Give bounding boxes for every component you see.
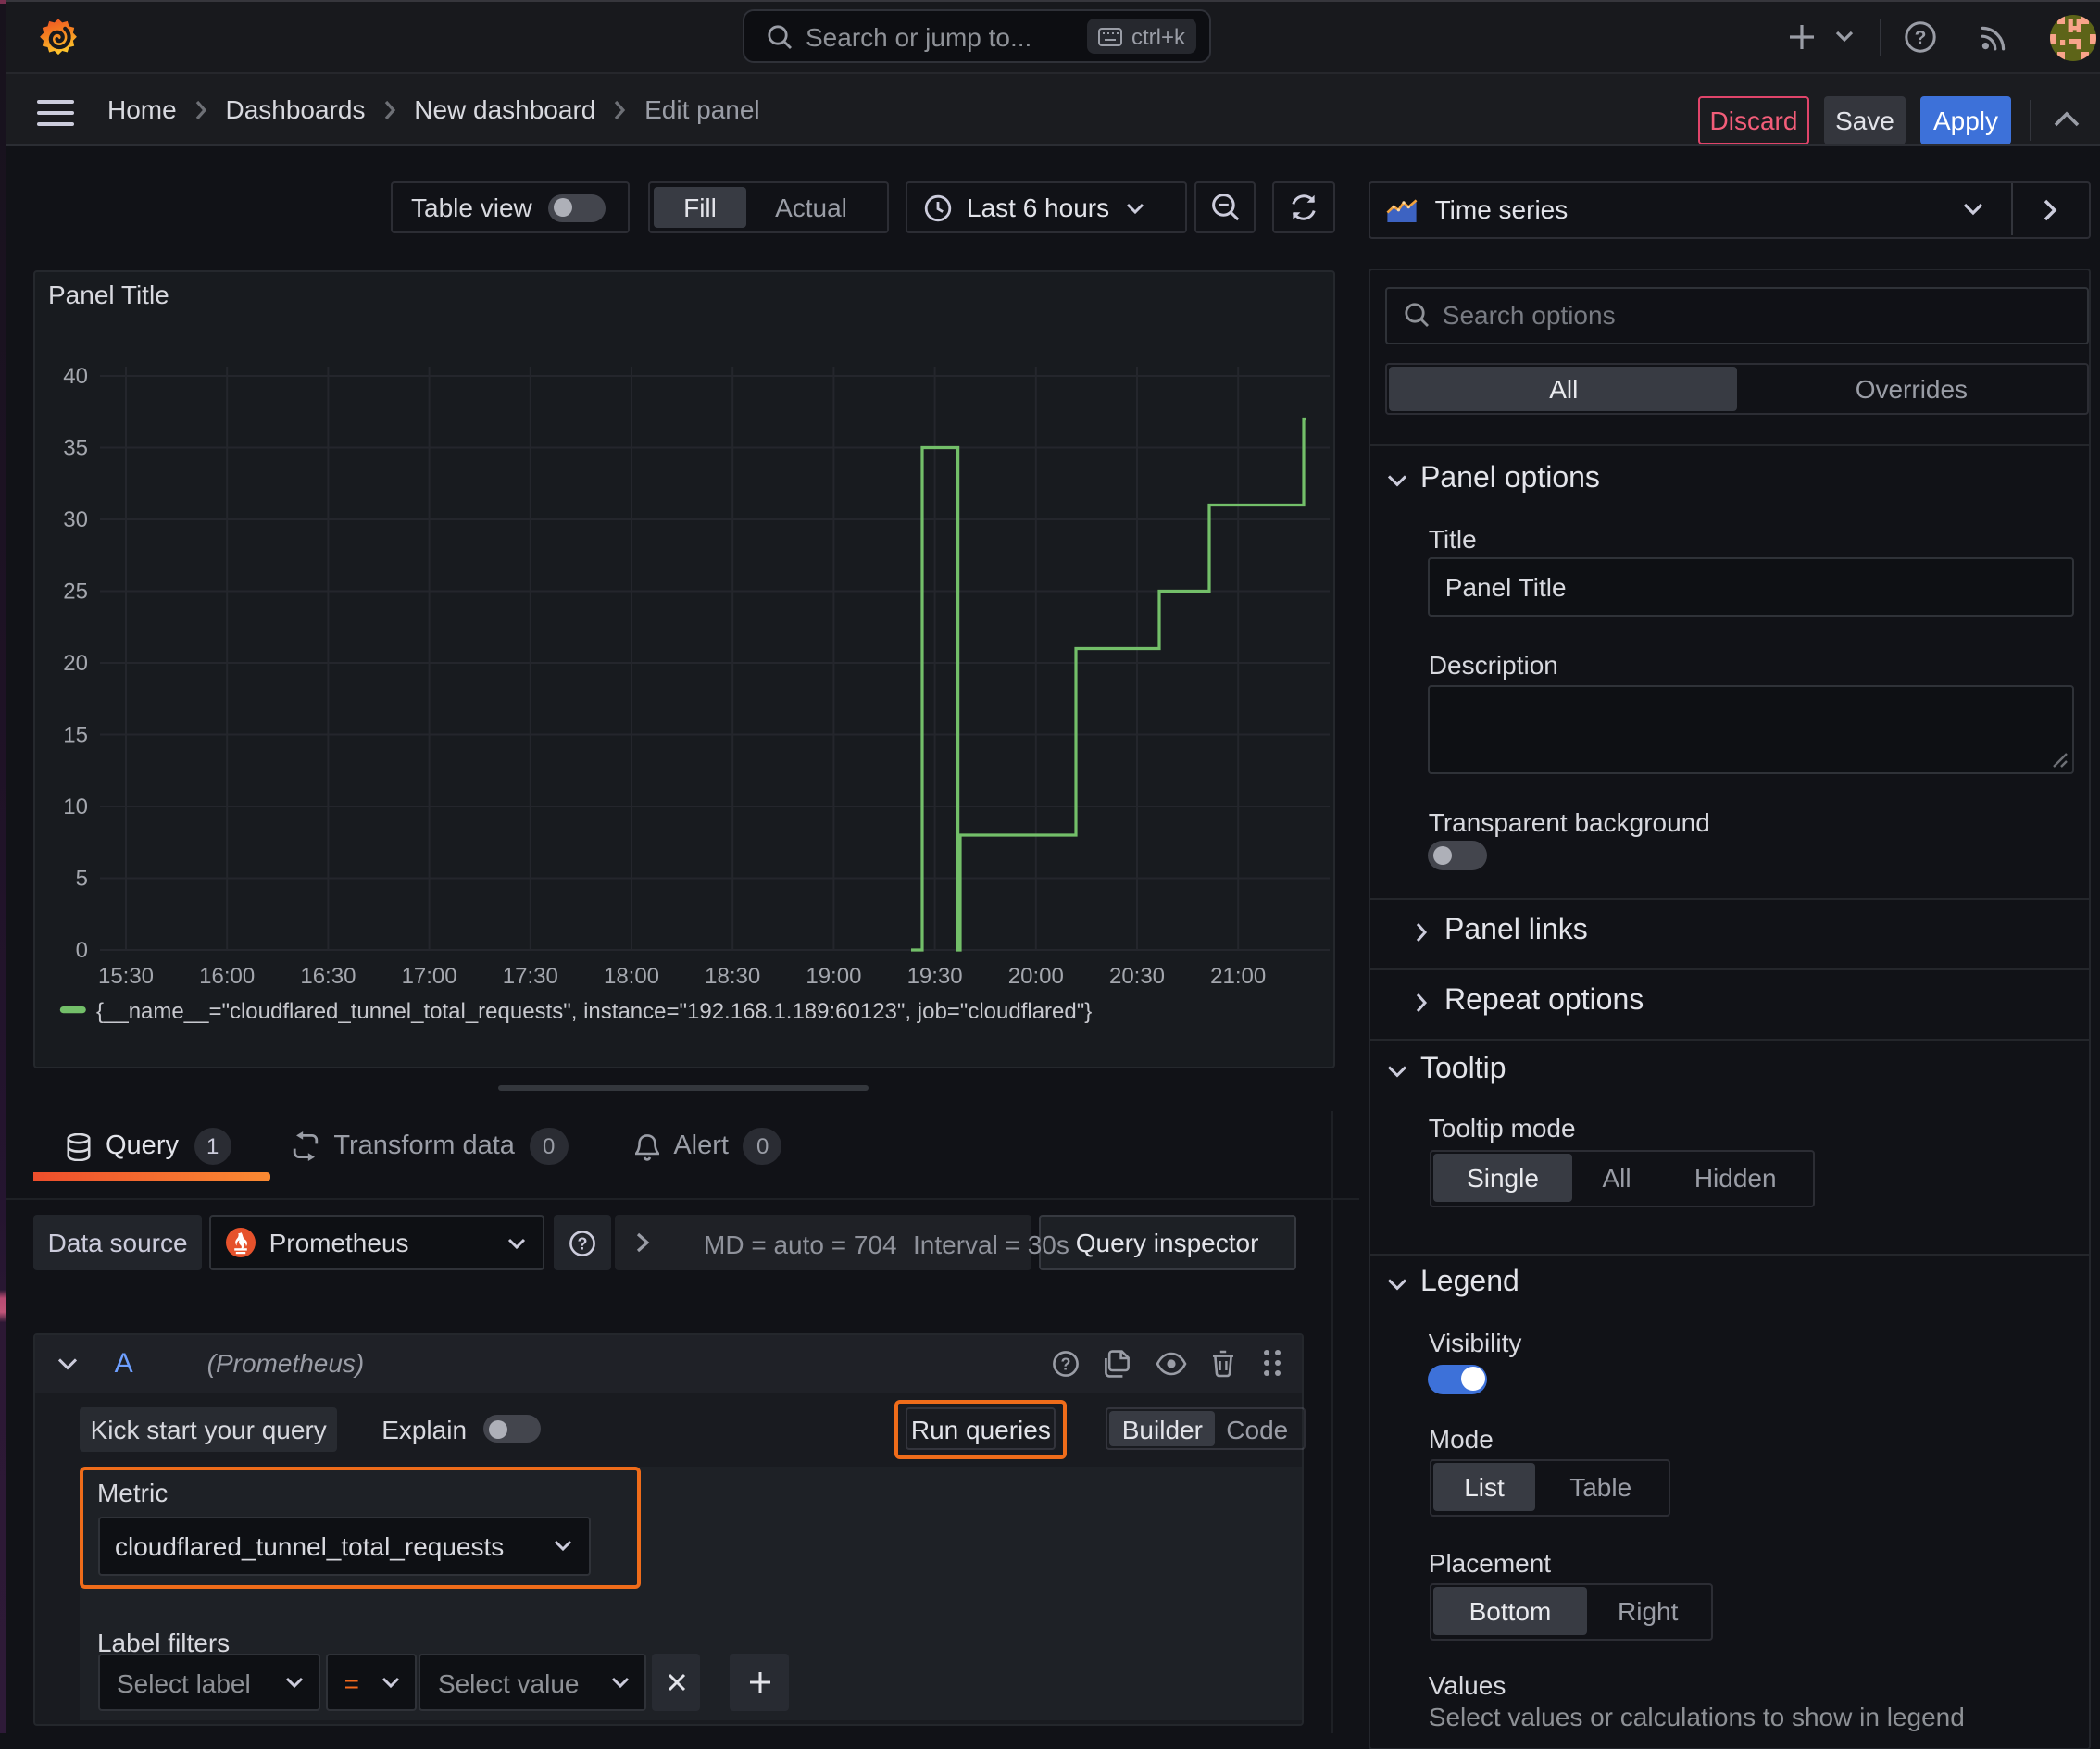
- svg-text:16:00: 16:00: [199, 964, 255, 989]
- svg-text:35: 35: [63, 436, 88, 461]
- svg-text:19:30: 19:30: [907, 964, 963, 989]
- svg-text:5: 5: [76, 867, 88, 892]
- svg-text:15:30: 15:30: [98, 964, 154, 989]
- svg-text:18:30: 18:30: [705, 964, 760, 989]
- svg-text:25: 25: [63, 580, 88, 605]
- svg-text:10: 10: [63, 794, 88, 819]
- svg-text:20:00: 20:00: [1008, 964, 1064, 989]
- svg-text:?: ?: [1060, 1355, 1070, 1373]
- svg-text:?: ?: [1915, 27, 1927, 48]
- svg-text:20: 20: [63, 651, 88, 676]
- svg-text:17:00: 17:00: [402, 964, 457, 989]
- svg-text:{__name__="cloudflared_tunnel_: {__name__="cloudflared_tunnel_total_requ…: [96, 999, 1092, 1024]
- svg-text:16:30: 16:30: [300, 964, 356, 989]
- svg-text:17:30: 17:30: [503, 964, 558, 989]
- svg-text:?: ?: [578, 1234, 588, 1253]
- svg-text:21:00: 21:00: [1210, 964, 1266, 989]
- svg-text:15: 15: [63, 723, 88, 748]
- svg-text:18:00: 18:00: [604, 964, 659, 989]
- svg-text:40: 40: [63, 364, 88, 389]
- svg-text:19:00: 19:00: [806, 964, 861, 989]
- svg-text:20:30: 20:30: [1109, 964, 1165, 989]
- svg-text:30: 30: [63, 507, 88, 532]
- svg-text:0: 0: [76, 938, 88, 963]
